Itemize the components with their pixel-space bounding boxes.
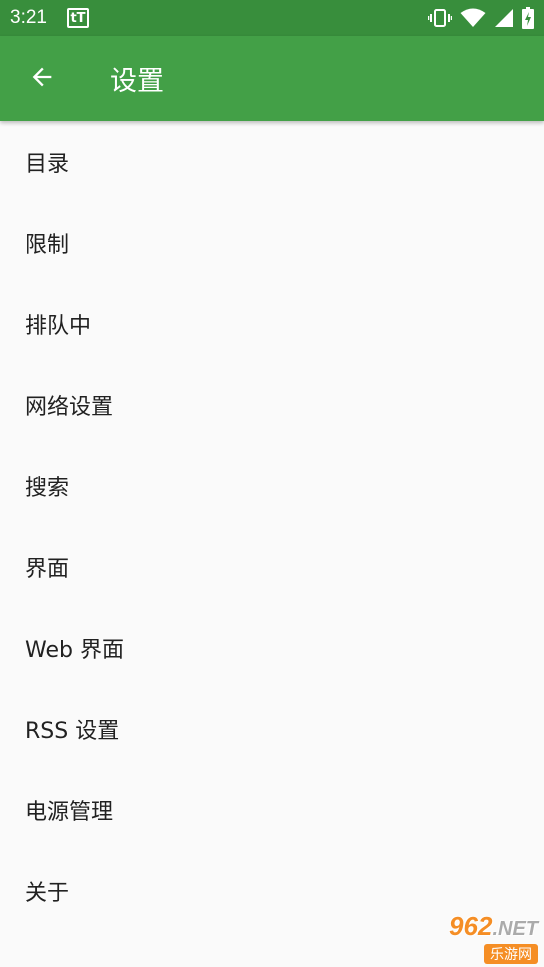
status-bar: 3:21 tT (0, 0, 544, 36)
wifi-icon (460, 8, 486, 28)
status-time: 3:21 (10, 7, 47, 28)
arrow-back-icon (28, 63, 56, 95)
status-icons (428, 7, 534, 29)
settings-item-directories[interactable]: 目录 (0, 121, 544, 202)
settings-item-rss[interactable]: RSS 设置 (0, 688, 544, 769)
battery-charging-icon (522, 7, 534, 29)
settings-item-label: 限制 (25, 232, 70, 258)
settings-list: 目录 限制 排队中 网络设置 搜索 界面 Web 界面 RSS 设置 电源管理 … (0, 121, 544, 931)
settings-item-label: 关于 (25, 880, 70, 906)
back-button[interactable] (0, 36, 84, 121)
settings-item-power[interactable]: 电源管理 (0, 769, 544, 850)
notification-icon: tT (66, 8, 89, 28)
settings-item-search[interactable]: 搜索 (0, 445, 544, 526)
settings-item-limits[interactable]: 限制 (0, 202, 544, 283)
settings-item-queueing[interactable]: 排队中 (0, 283, 544, 364)
watermark-top: 962.NET (449, 910, 538, 941)
watermark-bottom: 乐游网 (484, 943, 538, 964)
watermark-logo: 962.NET 乐游网 (404, 910, 538, 964)
app-bar: 设置 (0, 36, 544, 121)
settings-item-label: 搜索 (25, 475, 70, 501)
settings-item-label: 界面 (25, 556, 70, 582)
signal-icon (494, 8, 514, 28)
settings-item-label: 排队中 (25, 313, 92, 339)
settings-item-label: 电源管理 (25, 799, 114, 825)
settings-item-label: RSS 设置 (25, 718, 120, 744)
settings-item-web-interface[interactable]: Web 界面 (0, 607, 544, 688)
page-title: 设置 (110, 66, 164, 97)
settings-item-label: Web 界面 (25, 637, 124, 663)
settings-item-interface[interactable]: 界面 (0, 526, 544, 607)
settings-item-label: 网络设置 (25, 394, 114, 420)
settings-item-network[interactable]: 网络设置 (0, 364, 544, 445)
vibrate-icon (428, 8, 452, 28)
settings-item-label: 目录 (25, 151, 70, 177)
